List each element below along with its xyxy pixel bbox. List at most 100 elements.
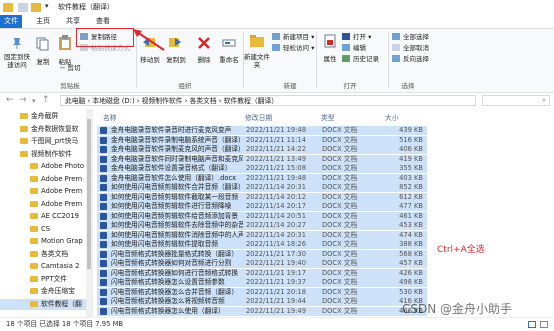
file-row[interactable]: 闪电音频格式转换器怎么使用（翻译） 2022/11/21 19:49 DOCX 文档… xyxy=(97,306,427,316)
sidebar-scrollbar-thumb[interactable] xyxy=(87,119,91,269)
file-type: DOCX 文档 xyxy=(322,221,358,229)
file-type: DOCX 文档 xyxy=(322,173,358,182)
select-none-button[interactable]: 全部取消 xyxy=(392,43,429,53)
edit-button[interactable]: 编辑 xyxy=(342,43,366,53)
file-row[interactable]: 闪电音频格式转换器怎么将视频转音频 2022/11/21 19:44 DOCX 文档… xyxy=(97,297,427,306)
tab-view[interactable]: 查看 xyxy=(90,15,116,28)
tab-file[interactable]: 文件 xyxy=(0,15,22,28)
column-header-name[interactable]: 名称 xyxy=(103,112,117,122)
sidebar-scrollbar[interactable] xyxy=(86,109,92,317)
sidebar-item[interactable]: Adobe Prem xyxy=(0,199,86,210)
file-row[interactable]: 闪电音频格式转换器怎么合并音频（翻译） 2022/11/21 20:18 DOCX … xyxy=(97,287,427,297)
file-row[interactable]: 金舟电脑录音软件怎么使用（翻译）.docx 2022/11/21 19:48 DOC… xyxy=(97,173,427,183)
sidebar-item-label: Adobe Prem xyxy=(41,187,83,195)
file-row[interactable]: 闪电音频格式转换器怎么设置音频参数 2022/11/21 19:37 DOCX 文档… xyxy=(97,278,427,287)
sidebar-item[interactable]: Adobe Prem xyxy=(0,174,86,185)
file-row[interactable]: 金舟电脑录音软件录音时进行麦克风变声 2022/11/21 19:48 DOCX 文… xyxy=(97,126,427,135)
folder-icon xyxy=(30,188,38,194)
history-button[interactable]: 历史记录 xyxy=(342,54,379,64)
column-header-date[interactable]: 修改日期 xyxy=(245,112,272,122)
file-name: 闪电音频格式转换器如何对音频进行分割 xyxy=(111,259,232,267)
copy-button[interactable]: 复制 xyxy=(36,56,50,66)
file-size: 388 KB xyxy=(399,240,423,248)
file-name: 如何使用闪电音频剪辑软件给音频添加背景 xyxy=(111,211,239,220)
sidebar-item-label: Camtasia 2 xyxy=(41,262,80,270)
file-row[interactable]: 如何使用闪电音频剪辑软件给音频添加背景 2022/11/14 20:51 DOCX … xyxy=(97,211,427,221)
new-folder-button[interactable]: 新建文件夹 xyxy=(244,53,270,69)
ribbon-separator xyxy=(388,32,389,88)
back-icon[interactable]: ← xyxy=(6,95,14,105)
column-header-type[interactable]: 类型 xyxy=(321,112,335,122)
tab-share[interactable]: 共享 xyxy=(60,15,86,28)
sidebar-item[interactable]: 软件教程（翻 xyxy=(0,298,86,310)
rename-icon xyxy=(222,39,236,47)
file-row[interactable]: 闪电音频格式转换器批量格式转换（翻译） 2022/11/21 17:30 DOCX … xyxy=(97,249,427,259)
file-row[interactable]: 如何使用闪电音频剪辑软件进行音频降噪 2022/11/14 20:17 DOCX 文… xyxy=(97,202,427,211)
sidebar-item[interactable]: 金舟压缩宝 xyxy=(0,286,86,297)
large-icons-view-icon[interactable] xyxy=(540,321,548,328)
file-row[interactable]: 如何使用闪电音频剪辑软件提取音频 2022/11/14 18:26 DOCX 文档 3… xyxy=(97,240,427,249)
file-size: 457 KB xyxy=(399,259,423,267)
sidebar-item[interactable]: PPT文件 xyxy=(0,274,86,285)
file-row[interactable]: 如何使用闪电音频剪辑软件消除音频中的人声 2022/11/14 20:31 DOCX… xyxy=(97,230,427,240)
word-document-icon xyxy=(100,250,107,258)
sidebar-item-label: Adobe Prem xyxy=(41,199,83,208)
delete-icon xyxy=(198,37,210,49)
search-input[interactable]: ⌕ xyxy=(482,95,550,106)
file-size: 852 KB xyxy=(399,183,423,191)
file-date: 2022/11/21 13:49 xyxy=(246,154,306,163)
sidebar-item[interactable]: 金舟截屏 xyxy=(0,111,86,122)
properties-button[interactable]: 属性 xyxy=(322,53,338,63)
tab-home[interactable]: 主页 xyxy=(30,15,56,28)
folder-icon xyxy=(30,288,38,294)
sidebar-item[interactable]: 各类文档 xyxy=(0,249,86,260)
sidebar-item[interactable]: Camtasia 2 xyxy=(0,261,86,272)
file-row[interactable]: 如何使用闪电音频剪辑软件去除音频中的杂音 2022/11/14 20:27 DOCX… xyxy=(97,221,427,230)
invert-selection-label: 反向选择 xyxy=(403,55,429,63)
new-item-button[interactable]: 新建项目 ▾ xyxy=(272,32,314,42)
new-folder-quick-icon[interactable] xyxy=(31,3,41,12)
sidebar-item[interactable]: Motion Grap xyxy=(0,236,86,247)
word-document-icon xyxy=(100,307,107,315)
invert-selection-button[interactable]: 反向选择 xyxy=(392,54,429,64)
quick-access-dropdown-icon[interactable]: ▾ xyxy=(45,2,49,10)
file-row[interactable]: 闪电音频格式转换器如何进行音频格式转换 2022/11/21 19:17 DOCX … xyxy=(97,268,427,278)
folder-icon xyxy=(30,300,38,307)
file-row[interactable]: 如何使用闪电音频剪辑软件截取某一段音频 2022/11/14 20:12 DOCX … xyxy=(97,192,427,202)
cut-button[interactable]: ✂ 剪切 xyxy=(60,63,80,73)
delete-button[interactable]: 删除 xyxy=(195,54,213,64)
file-type: DOCX 文档 xyxy=(322,278,358,286)
edit-icon xyxy=(342,44,350,51)
file-row[interactable]: 金舟电脑录音软件录制电脑系统声音（翻译） 2022/11/21 11:14 DOCX… xyxy=(97,135,427,145)
details-view-icon[interactable] xyxy=(528,321,536,328)
open-label: 打开 xyxy=(353,33,366,41)
rename-button[interactable]: 重命名 xyxy=(216,54,242,64)
sidebar-item[interactable]: Adobe Prem xyxy=(0,186,86,197)
file-row[interactable]: 金舟电脑录音软件录制麦克风的声音（翻译） 2022/11/21 14:22 DOCX… xyxy=(97,145,427,154)
open-button[interactable]: 打开 ▾ xyxy=(342,32,371,42)
sidebar-item[interactable]: 金舟数据恢复软 xyxy=(0,124,86,135)
sidebar-item[interactable]: Adobe Photo xyxy=(0,161,86,172)
file-name: 闪电音频格式转换器怎么将视频转音频 xyxy=(111,297,225,305)
select-all-button[interactable]: 全部选择 xyxy=(392,32,429,42)
file-row[interactable]: 如何使用闪电音频剪辑软件合并音频（翻译） 2022/11/14 20:31 DOCX… xyxy=(97,183,427,192)
file-row[interactable]: 金舟电脑录音软件同时录制电脑声音和麦克风 2022/11/21 13:49 DOCX… xyxy=(97,154,427,164)
address-path[interactable]: 此电脑 › 本地磁盘 (D:) › 视频制作软件 › 各类文档 › 软件教程（翻… xyxy=(60,95,476,106)
move-to-button[interactable]: 移动到 xyxy=(140,54,160,64)
easy-access-button[interactable]: 轻松访问 ▾ xyxy=(272,43,314,53)
up-icon[interactable]: ↑ xyxy=(42,95,50,105)
sidebar-item[interactable]: 千图网_prt快马 xyxy=(0,136,86,147)
copy-to-button[interactable]: 复制到 xyxy=(166,54,186,64)
file-row[interactable]: 闪电音频格式转换器如何对音频进行分割 2022/11/21 19:40 DOCX 文… xyxy=(97,259,427,268)
organize-group-label: 组织 xyxy=(178,82,192,90)
history-dropdown-icon[interactable]: ▾ xyxy=(32,97,36,105)
sidebar-item[interactable]: AE CC2019 xyxy=(0,211,86,222)
sidebar-item[interactable]: CS xyxy=(0,224,86,235)
forward-icon[interactable]: → xyxy=(19,95,27,105)
file-row[interactable]: 金舟电脑录音软件设置录音格式（翻译） 2022/11/21 15:08 DOCX 文… xyxy=(97,164,427,173)
pin-quick-access-button[interactable]: 固定到快速访问 xyxy=(2,53,32,69)
file-size: 355 KB xyxy=(399,164,423,172)
column-header-size[interactable]: 大小 xyxy=(385,112,399,122)
properties-quick-icon[interactable] xyxy=(18,3,28,12)
sidebar-item[interactable]: 视频制作软件 xyxy=(0,149,86,160)
